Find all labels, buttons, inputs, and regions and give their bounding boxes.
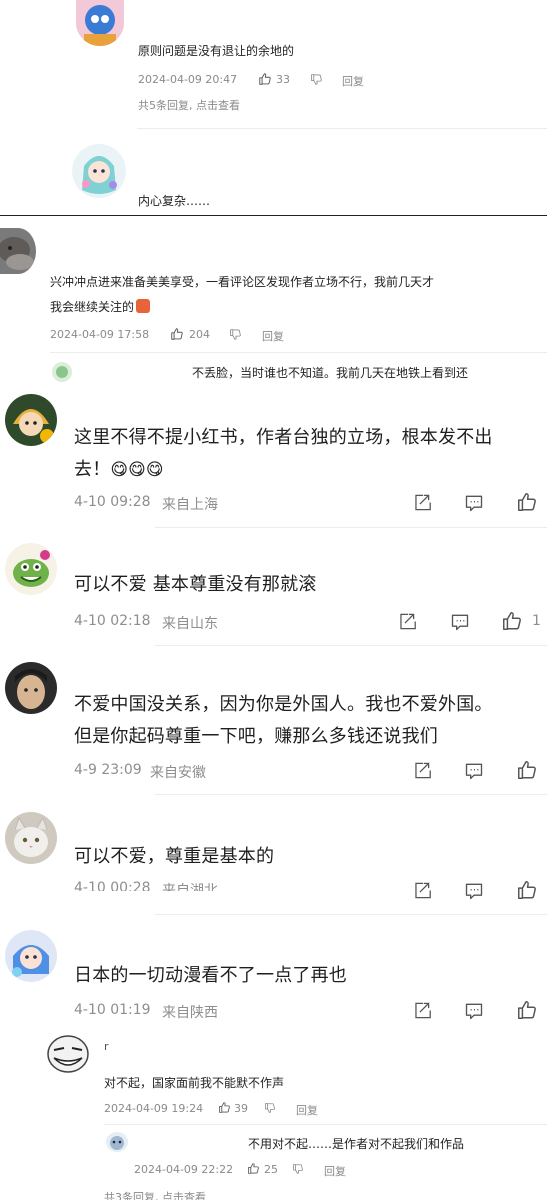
comment-icon[interactable] (450, 612, 470, 632)
reply-text: 原则问题是没有退让的余地的 (138, 44, 295, 58)
divider (50, 352, 547, 353)
comment-location: 来自陕西 (162, 1005, 218, 1021)
reply-text: 不用对不起……是作者对不起我们和作品 (248, 1137, 465, 1151)
like-count: 204 (189, 328, 210, 341)
user-avatar[interactable] (5, 394, 57, 446)
view-replies-link[interactable]: 共5条回复, 点击查看 (138, 97, 240, 113)
reply-button[interactable]: 回复 (324, 1163, 346, 1179)
comment-timestamp: 4-10 09:28 (74, 494, 151, 510)
comment-timestamp: 4-10 00:28 (74, 880, 151, 891)
divider (155, 645, 547, 646)
comment-text: 我会继续关注的 (50, 300, 135, 314)
like-count: 1 (532, 613, 541, 629)
dislike-icon[interactable] (229, 328, 242, 341)
comment-text: 但是你起码尊重一下吧，赚那么多钱还说我们 (74, 726, 438, 747)
user-avatar[interactable] (76, 0, 124, 46)
user-avatar[interactable] (5, 662, 57, 714)
comment-timestamp: 2024-04-09 17:58 (50, 328, 150, 341)
like-icon[interactable] (516, 879, 538, 901)
user-avatar[interactable] (5, 930, 57, 982)
like-icon[interactable] (516, 759, 538, 781)
share-icon[interactable] (412, 493, 431, 512)
reply-text: 不丢脸，当时谁也不知道。我前几天在地铁上看到还 (192, 366, 469, 380)
divider (137, 128, 547, 129)
reply-button[interactable]: 回复 (296, 1102, 318, 1118)
view-replies-link[interactable]: 共3条回复, 点击查看 (104, 1189, 206, 1200)
comment-meta-clipped: 4-10 00:28 来自湖北 (74, 880, 274, 891)
reply-timestamp: 2024-04-09 19:24 (104, 1102, 204, 1115)
screenshot-divider (0, 215, 547, 216)
comment-icon[interactable] (464, 881, 484, 901)
comment-timestamp: 4-10 01:19 (74, 1002, 151, 1018)
comment-text: 不爱中国没关系，因为你是外国人。我也不爱外国。 (74, 694, 493, 715)
reply-timestamp: 2024-04-09 22:22 (134, 1163, 234, 1176)
comment-text: 兴冲冲点进来准备美美享受，一看评论区发现作者立场不行，我前几天才 (50, 275, 435, 289)
like-icon[interactable] (247, 1162, 260, 1175)
reply-button[interactable]: 回复 (342, 73, 364, 89)
divider (155, 527, 547, 528)
view-replies-clipped: 共3条回复, 点击查看 (104, 1189, 304, 1200)
comment-icon[interactable] (464, 1001, 484, 1021)
comment-timestamp: 4-9 23:09 (74, 762, 142, 778)
reply-text: 内心复杂…… (138, 194, 211, 208)
fire-emoji-icon (136, 299, 151, 313)
like-icon[interactable] (218, 1101, 231, 1114)
share-icon[interactable] (397, 612, 416, 631)
reply-button[interactable]: 回复 (262, 328, 284, 344)
comment-text: 去！ (74, 459, 111, 480)
divider (155, 914, 547, 915)
like-count: 33 (276, 73, 290, 86)
emoji: 😋😋😋 (110, 460, 164, 480)
like-icon[interactable] (516, 491, 538, 513)
user-avatar[interactable] (5, 812, 57, 864)
user-avatar[interactable] (44, 1032, 92, 1078)
like-icon[interactable] (170, 327, 184, 341)
comment-icon[interactable] (464, 761, 484, 781)
divider (155, 794, 547, 795)
divider (104, 1124, 547, 1125)
user-avatar[interactable] (72, 144, 126, 198)
user-avatar[interactable] (106, 1132, 128, 1152)
comment-location: 来自湖北 (162, 883, 218, 891)
share-icon[interactable] (412, 881, 431, 900)
like-icon[interactable] (516, 999, 538, 1021)
comment-location: 来自安徽 (150, 765, 206, 781)
dislike-icon[interactable] (264, 1102, 276, 1114)
user-avatar[interactable] (5, 543, 57, 595)
comment-timestamp: 4-10 02:18 (74, 613, 151, 629)
comment-text: 日本的一切动漫看不了一点了再也 (74, 965, 347, 986)
reply-username[interactable]: r (104, 1040, 109, 1053)
like-icon[interactable] (501, 610, 523, 632)
user-avatar[interactable] (52, 362, 72, 382)
comment-text-line: 我会继续关注的 (50, 296, 151, 315)
comment-location: 来自山东 (162, 616, 218, 632)
comment-text: 这里不得不提小红书，作者台独的立场，根本发不出 (74, 427, 493, 448)
dislike-icon[interactable] (310, 73, 323, 86)
reply-timestamp: 2024-04-09 20:47 (138, 73, 238, 86)
comment-text: 可以不爱，尊重是基本的 (74, 846, 275, 867)
like-count: 39 (234, 1102, 248, 1115)
comment-text-line: 去！😋😋😋 (74, 455, 164, 481)
user-avatar[interactable] (0, 228, 36, 274)
share-icon[interactable] (412, 761, 431, 780)
like-icon[interactable] (258, 72, 272, 86)
share-icon[interactable] (412, 1001, 431, 1020)
dislike-icon[interactable] (292, 1163, 304, 1175)
comment-text: 可以不爱 基本尊重没有那就滚 (74, 574, 317, 595)
comment-icon[interactable] (464, 493, 484, 513)
like-count: 25 (264, 1163, 278, 1176)
comment-location: 来自上海 (162, 497, 218, 513)
reply-text: 对不起，国家面前我不能默不作声 (104, 1076, 285, 1090)
